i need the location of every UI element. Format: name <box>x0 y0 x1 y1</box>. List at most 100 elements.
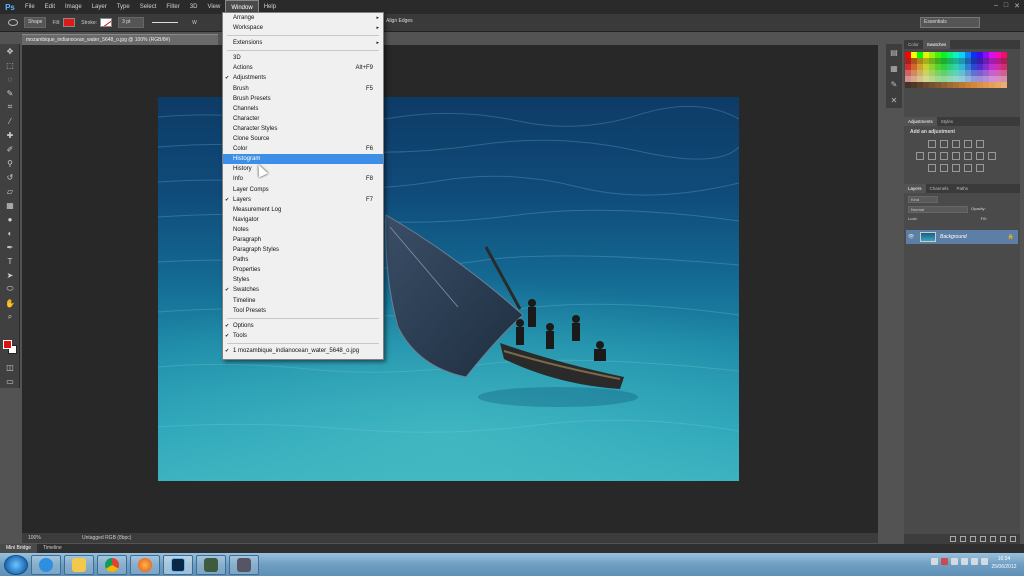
selective-color-icon[interactable] <box>976 164 984 172</box>
eyedropper-tool-icon[interactable]: ⁄ <box>0 114 20 128</box>
clock[interactable]: 16:34 25/06/2012 <box>988 555 1020 571</box>
history-brush-tool-icon[interactable]: ↺ <box>0 170 20 184</box>
gradient-tool-icon[interactable]: ▦ <box>0 198 20 212</box>
swatch-grid[interactable] <box>904 49 1020 91</box>
menu-item-notes[interactable]: Notes <box>223 225 383 235</box>
fill-color-swatch[interactable] <box>63 18 76 27</box>
exposure-icon[interactable] <box>964 140 972 148</box>
blend-mode-select[interactable]: Normal <box>908 206 968 213</box>
stroke-width-input[interactable]: 3 pt <box>118 17 145 28</box>
lasso-tool-icon[interactable]: ◌ <box>0 72 20 86</box>
tab-color[interactable]: Color <box>904 40 923 49</box>
taskbar-app-6[interactable] <box>196 554 226 575</box>
color-swatch[interactable] <box>1001 82 1007 88</box>
brush-tool-icon[interactable]: ✐ <box>0 142 20 156</box>
menu-item-actions[interactable]: Actions Alt+F9 <box>223 63 383 73</box>
taskbar-app-7[interactable] <box>229 554 259 575</box>
tab-timeline[interactable]: Timeline <box>37 544 68 553</box>
shape-mode-select[interactable]: Shape <box>24 17 47 28</box>
menu-item-extensions[interactable]: Extensions ▸ <box>223 38 383 48</box>
quick-mask-icon[interactable]: ◫ <box>0 360 20 374</box>
menu-item-brush-presets[interactable]: Brush Presets <box>223 94 383 104</box>
add-mask-icon[interactable] <box>970 536 976 542</box>
color-balance-icon[interactable] <box>940 152 948 160</box>
close-button[interactable]: ✕ <box>1014 2 1020 10</box>
workspace-select[interactable]: Essentials <box>920 17 980 28</box>
vibrance-icon[interactable] <box>916 152 924 160</box>
menu-layer[interactable]: Layer <box>87 0 112 14</box>
menu-item-channels[interactable]: Channels <box>223 104 383 114</box>
network-icon[interactable] <box>981 558 988 565</box>
curves-icon[interactable] <box>952 140 960 148</box>
blur-tool-icon[interactable]: ● <box>0 212 20 226</box>
visibility-eye-icon[interactable]: 👁 <box>906 234 916 240</box>
document-tab[interactable]: mozambique_indianocean_water_5648_o.jpg … <box>22 34 218 45</box>
trash-icon[interactable] <box>1010 536 1016 542</box>
screen-mode-icon[interactable]: ▭ <box>0 374 20 388</box>
menu-item-styles[interactable]: Styles <box>223 275 383 285</box>
posterize-icon[interactable] <box>940 164 948 172</box>
eraser-tool-icon[interactable]: ▱ <box>0 184 20 198</box>
photo-filter-icon[interactable] <box>964 152 972 160</box>
menu-item-measurement-log[interactable]: Measurement Log <box>223 205 383 215</box>
menu-item-tool-presets[interactable]: Tool Presets <box>223 306 383 316</box>
start-button[interactable] <box>4 554 28 575</box>
hue-saturation-icon[interactable] <box>928 152 936 160</box>
menu-filter[interactable]: Filter <box>161 0 184 14</box>
channel-mixer-icon[interactable] <box>976 152 984 160</box>
canvas-area[interactable] <box>22 45 878 533</box>
fx-icon[interactable] <box>960 536 966 542</box>
menu-image[interactable]: Image <box>60 0 87 14</box>
layer-filter-kind[interactable]: Kind <box>908 196 938 203</box>
color-lookup-icon[interactable] <box>988 152 996 160</box>
crop-tool-icon[interactable]: ⌗ <box>0 100 20 114</box>
menu-item-adjustments[interactable]: ✔ Adjustments <box>223 73 383 83</box>
move-tool-icon[interactable]: ✥ <box>0 44 20 58</box>
pen-tool-icon[interactable]: ✒ <box>0 240 20 254</box>
menu-item-history[interactable]: History <box>223 164 383 174</box>
layer-row-background[interactable]: 👁 Background 🔒 <box>906 230 1018 244</box>
stroke-type-select[interactable] <box>152 22 179 23</box>
menu-item-swatches[interactable]: ✔ Swatches <box>223 285 383 295</box>
menu-item-options[interactable]: ✔ Options <box>223 321 383 331</box>
brightness-icon[interactable] <box>928 140 936 148</box>
black-white-icon[interactable] <box>952 152 960 160</box>
brush-panel-icon[interactable]: ✎ <box>886 76 902 92</box>
stroke-color-swatch[interactable] <box>100 18 113 27</box>
menu-item-brush[interactable]: Brush F5 <box>223 84 383 94</box>
menu-item-clone-source[interactable]: Clone Source <box>223 134 383 144</box>
zoom-level[interactable]: 100% <box>28 533 41 543</box>
ellipse-tool-icon[interactable] <box>8 19 18 26</box>
menu-file[interactable]: File <box>20 0 40 14</box>
type-tool-icon[interactable]: T <box>0 254 20 268</box>
menu-item-color[interactable]: Color F6 <box>223 144 383 154</box>
menu-item-navigator[interactable]: Navigator <box>223 215 383 225</box>
healing-brush-tool-icon[interactable]: ✚ <box>0 128 20 142</box>
tray-icon[interactable] <box>931 558 938 565</box>
menu-item-character[interactable]: Character <box>223 114 383 124</box>
foreground-color-swatch[interactable] <box>3 340 12 349</box>
volume-icon[interactable] <box>971 558 978 565</box>
levels-icon[interactable] <box>940 140 948 148</box>
zoom-tool-icon[interactable]: ⌕ <box>0 310 20 324</box>
tab-mini-bridge[interactable]: Mini Bridge <box>0 544 38 553</box>
link-layers-icon[interactable] <box>950 536 956 542</box>
menu-item-paragraph[interactable]: Paragraph <box>223 235 383 245</box>
tray-icon[interactable] <box>961 558 968 565</box>
document-info[interactable]: Untagged RGB (8bpc) <box>82 533 131 543</box>
maximize-button[interactable]: □ <box>1004 2 1008 10</box>
hand-tool-icon[interactable]: ✋ <box>0 296 20 310</box>
taskbar-firefox[interactable] <box>130 554 160 575</box>
threshold-icon[interactable] <box>952 164 960 172</box>
tab-styles[interactable]: Styles <box>937 117 957 126</box>
menu-item-info[interactable]: Info F8 <box>223 174 383 184</box>
tab-channels[interactable]: Channels <box>926 184 953 193</box>
adjustment-layer-icon[interactable] <box>980 536 986 542</box>
menu-item-histogram[interactable]: Histogram <box>223 154 383 165</box>
tab-layers[interactable]: Layers <box>904 184 926 193</box>
taskbar-explorer[interactable] <box>64 554 94 575</box>
menu-item-paths[interactable]: Paths <box>223 255 383 265</box>
menu-item-layers[interactable]: ✔ Layers F7 <box>223 195 383 205</box>
tab-adjustments[interactable]: Adjustments <box>904 117 937 126</box>
menu-3d[interactable]: 3D <box>185 0 203 14</box>
